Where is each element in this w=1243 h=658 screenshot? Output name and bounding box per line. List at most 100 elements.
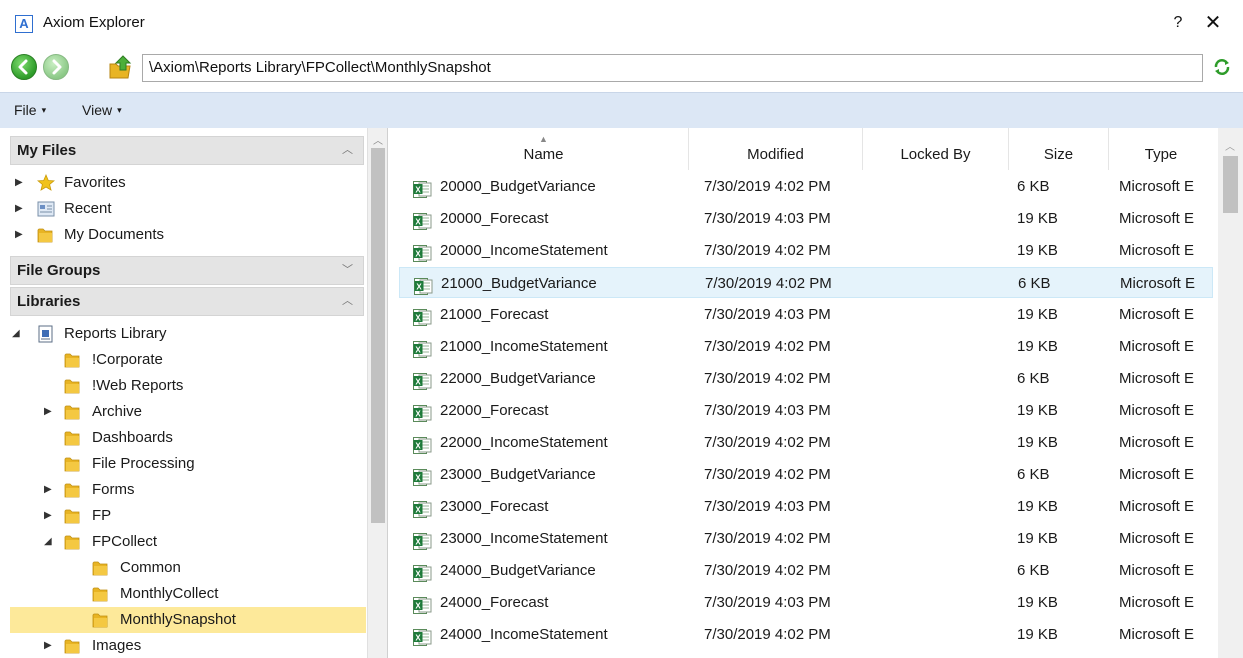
expand-arrow-icon[interactable]: ▶ [15,196,25,222]
cell-modified: 7/30/2019 4:02 PM [704,626,831,643]
sidebar-item-web-reports[interactable]: !Web Reports [0,373,366,399]
table-row[interactable]: X 23000_IncomeStatement 7/30/2019 4:02 PM 1… [399,523,1213,554]
libraries-header[interactable]: Libraries ︿ [10,287,364,316]
cell-type: Microsoft E [1119,530,1195,547]
file-list-scrollbar[interactable]: ︿ [1218,128,1243,658]
expand-arrow-icon[interactable]: ▶ [15,170,25,196]
collapse-arrow-icon[interactable]: ◢ [44,529,54,555]
svg-text:X: X [415,538,421,547]
column-header-type[interactable]: Type [1109,128,1213,170]
collapse-arrow-icon[interactable]: ◢ [12,321,22,347]
folder-icon [92,611,110,629]
column-header-size[interactable]: Size [1009,128,1109,170]
sidebar-item-monthlysnapshot[interactable]: MonthlySnapshot [10,607,366,633]
cell-size: 19 KB [1017,498,1058,515]
table-row[interactable]: X 24000_BudgetVariance 7/30/2019 4:02 PM 6 … [399,555,1213,586]
table-row[interactable]: X 23000_Forecast 7/30/2019 4:03 PM 19 KB Mic… [399,491,1213,522]
menu-file[interactable]: File ▾ [14,102,46,118]
sidebar-item-fpcollect[interactable]: ◢ FPCollect [0,529,366,555]
column-header-name[interactable]: ▲ Name [399,128,689,170]
sidebar-item-label: Recent [64,200,112,217]
scroll-up-icon[interactable]: ︿ [1225,138,1235,153]
column-name-label: Name [523,146,564,163]
collapse-icon[interactable]: ︿ [342,288,353,315]
cell-size: 19 KB [1017,306,1058,323]
sidebar-item-my-documents[interactable]: ▶ My Documents [0,222,366,248]
forward-button[interactable] [43,54,69,80]
menu-view[interactable]: View ▾ [82,102,122,118]
sidebar-item-fp[interactable]: ▶ FP [0,503,366,529]
excel-file-icon: X [413,178,432,198]
expand-arrow-icon[interactable]: ▶ [44,633,54,658]
table-row[interactable]: X 20000_BudgetVariance 7/30/2019 4:02 PM 6 … [399,171,1213,202]
table-row[interactable]: X 24000_Forecast 7/30/2019 4:03 PM 19 KB Mic… [399,587,1213,618]
sidebar-item-dashboards[interactable]: Dashboards [0,425,366,451]
table-row[interactable]: X 22000_IncomeStatement 7/30/2019 4:02 PM 1… [399,427,1213,458]
cell-size: 6 KB [1018,275,1051,292]
cell-name: 23000_Forecast [440,498,549,515]
menu-view-label: View [82,102,113,118]
my-files-title: My Files [17,142,77,159]
sidebar-item-common[interactable]: Common [0,555,366,581]
expand-arrow-icon[interactable]: ▶ [44,503,54,529]
cell-modified: 7/30/2019 4:03 PM [704,498,831,515]
sidebar-scroll-thumb[interactable] [371,148,385,523]
cell-size: 19 KB [1017,402,1058,419]
sidebar-item-favorites[interactable]: ▶ Favorites [0,170,366,196]
cell-name: 24000_IncomeStatement [440,626,608,643]
table-row[interactable]: X 21000_Forecast 7/30/2019 4:03 PM 19 KB Mic… [399,299,1213,330]
help-button[interactable]: ? [1166,11,1190,35]
svg-text:X: X [415,602,421,611]
star-icon [36,173,56,192]
back-button[interactable] [11,54,37,80]
sidebar-item-forms[interactable]: ▶ Forms [0,477,366,503]
cell-size: 19 KB [1017,434,1058,451]
table-row[interactable]: X 20000_IncomeStatement 7/30/2019 4:02 PM 1… [399,235,1213,266]
sidebar-scrollbar[interactable]: ︿ [367,128,387,658]
refresh-icon [1214,59,1230,75]
excel-file-icon: X [413,370,432,390]
expand-icon[interactable]: ﹀ [342,257,353,284]
table-row[interactable]: X 21000_BudgetVariance 7/30/2019 4:02 PM 6 … [399,267,1213,298]
folder-icon [64,533,82,551]
menu-file-label: File [14,102,37,118]
cell-size: 6 KB [1017,370,1050,387]
menu-bar: File ▾ View ▾ [0,92,1243,128]
table-row[interactable]: X 24000_IncomeStatement 7/30/2019 4:02 PM 1… [399,619,1213,650]
expand-arrow-icon[interactable]: ▶ [44,477,54,503]
scroll-up-icon[interactable]: ︿ [373,132,383,147]
excel-file-icon: X [414,275,433,295]
cell-type: Microsoft E [1119,562,1195,579]
file-list-scroll-thumb[interactable] [1223,156,1238,213]
table-row[interactable]: X 22000_BudgetVariance 7/30/2019 4:02 PM 6 … [399,363,1213,394]
sidebar-item-label: !Corporate [92,351,163,368]
table-row[interactable]: X 23000_BudgetVariance 7/30/2019 4:02 PM 6 … [399,459,1213,490]
close-button[interactable]: ✕ [1198,10,1228,36]
address-input[interactable]: \Axiom\Reports Library\FPCollect\Monthly… [142,54,1203,82]
chevron-down-icon: ▾ [41,105,47,115]
column-header-modified[interactable]: Modified [689,128,863,170]
sidebar-item-reports-library[interactable]: ◢ Reports Library [0,321,366,347]
collapse-icon[interactable]: ︿ [342,137,353,164]
sidebar-item-archive[interactable]: ▶ Archive [0,399,366,425]
table-row[interactable]: X 21000_IncomeStatement 7/30/2019 4:02 PM 1… [399,331,1213,362]
cell-size: 19 KB [1017,242,1058,259]
expand-arrow-icon[interactable]: ▶ [44,399,54,425]
up-folder-button[interactable] [108,54,134,80]
sidebar-item-file-processing[interactable]: File Processing [0,451,366,477]
excel-file-icon: X [413,434,432,454]
column-header-locked-by[interactable]: Locked By [863,128,1009,170]
sidebar-item-label: !Web Reports [92,377,184,394]
sidebar-item-recent[interactable]: ▶ Recent [0,196,366,222]
sidebar-item-images[interactable]: ▶ Images [0,633,366,658]
refresh-button[interactable] [1211,56,1233,78]
sidebar-item-label: Dashboards [92,429,173,446]
my-files-header[interactable]: My Files ︿ [10,136,364,165]
sidebar-item-corporate[interactable]: !Corporate [0,347,366,373]
file-groups-header[interactable]: File Groups ﹀ [10,256,364,285]
svg-text:X: X [415,346,421,355]
table-row[interactable]: X 22000_Forecast 7/30/2019 4:03 PM 19 KB Mic… [399,395,1213,426]
expand-arrow-icon[interactable]: ▶ [15,222,25,248]
sidebar-item-monthlycollect[interactable]: MonthlyCollect [0,581,366,607]
table-row[interactable]: X 20000_Forecast 7/30/2019 4:03 PM 19 KB Mic… [399,203,1213,234]
